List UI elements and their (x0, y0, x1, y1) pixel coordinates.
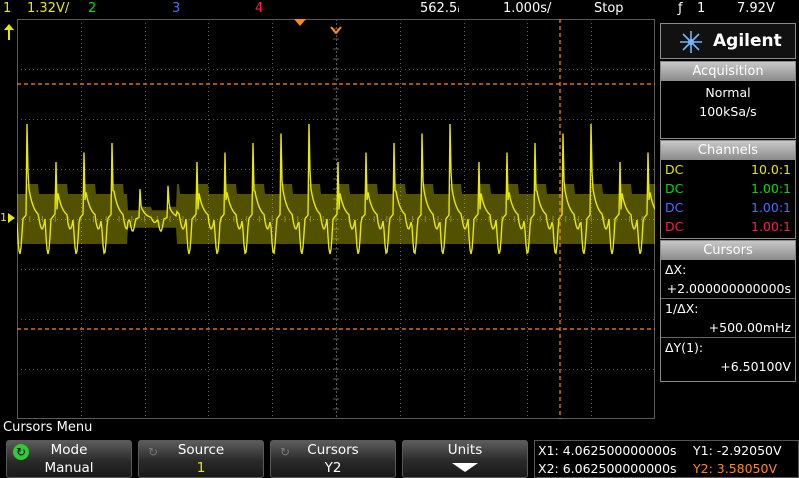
trigger-level[interactable]: 7.92V (737, 1, 775, 16)
delta-y-label: ΔY(1): (665, 340, 704, 355)
ch1-number[interactable]: 1 (3, 1, 11, 16)
channel-probe: 1.00:1 (751, 219, 791, 234)
channel-row-3[interactable]: DC 1.00:1 (661, 198, 795, 217)
delta-y-value: +6.50100V (720, 359, 791, 374)
cursor-readout: X1: 4.062500000000s X2: 6.062500000000s … (534, 440, 799, 478)
acquisition-mode: Normal (705, 85, 751, 100)
ch4-number[interactable]: 4 (255, 1, 263, 16)
source-softkey[interactable]: ↻ Source 1 (138, 440, 264, 478)
rotate-knob-icon: ↻ (13, 444, 29, 460)
status-bar: 1 1.32V/ 2 3 4 562.5ᵢ 1.000s/ Stop ƒ 1 7… (0, 0, 799, 19)
delta-x-label: ΔX: (665, 262, 687, 277)
ch3-number[interactable]: 3 (172, 1, 180, 16)
ground-icon (8, 213, 15, 223)
menu-title: Cursors Menu (3, 420, 93, 435)
waveform-graticule (17, 19, 655, 419)
softkey-value: Manual (44, 460, 94, 476)
inverse-delta-x-label: 1/ΔX: (665, 301, 699, 316)
channel-probe: 1.00:1 (751, 181, 791, 196)
softkey-value: 1 (196, 460, 206, 476)
channel-coupling: DC (665, 181, 684, 196)
mode-softkey[interactable]: ↻ Mode Manual (6, 440, 132, 478)
waveform-display[interactable] (17, 19, 655, 419)
time-reference-marker-icon[interactable] (294, 19, 306, 26)
channel-probe: 1.00:1 (751, 200, 791, 215)
channel-row-4[interactable]: DC 1.00:1 (661, 217, 795, 236)
acquisition-title: Acquisition (661, 62, 795, 81)
rising-edge-trigger-icon: ƒ (678, 1, 683, 16)
timebase[interactable]: 1.000s/ (503, 1, 551, 16)
ch1-ground-label: 1 (0, 211, 7, 224)
channel-row-2[interactable]: DC 1.00:1 (661, 179, 795, 198)
ch2-number[interactable]: 2 (88, 1, 96, 16)
cursors-box[interactable]: Cursors ΔX: +2.000000000000s 1/ΔX: +500.… (660, 240, 796, 382)
cursors-title: Cursors (661, 241, 795, 260)
y1-readout: Y1: -2.92050V (693, 443, 782, 458)
ch1-scale[interactable]: 1.32V/ (27, 1, 69, 16)
channel-coupling: DC (665, 219, 684, 234)
rotate-knob-icon: ↻ (279, 445, 291, 459)
side-panel: Agilent Acquisition Normal 100kSa/s Chan… (658, 19, 799, 419)
acquisition-box[interactable]: Acquisition Normal 100kSa/s (660, 61, 796, 139)
horizontal-delay[interactable]: 562.5ᵢ (420, 1, 460, 16)
brand-name: Agilent (713, 31, 782, 51)
rotate-knob-icon: ↻ (147, 445, 159, 459)
softkey-value: Y2 (324, 460, 342, 476)
brand-box: Agilent (660, 23, 796, 59)
channels-box[interactable]: Channels DC 10.0:1 DC 1.00:1 DC 1.00:1 D… (660, 140, 796, 239)
channels-title: Channels (661, 141, 795, 160)
submenu-arrow-icon (452, 463, 478, 472)
channel-row-1[interactable]: DC 10.0:1 (661, 160, 795, 179)
softkey-label: Units (447, 442, 483, 458)
trigger-position-marker-icon[interactable] (330, 19, 342, 35)
delta-x-value: +2.000000000000s (661, 279, 795, 299)
x1-readout: X1: 4.062500000000s (538, 443, 677, 458)
cursors-softkey[interactable]: ↻ Cursors Y2 (270, 440, 396, 478)
inverse-delta-x-value: +500.00mHz (661, 318, 795, 338)
channel-probe: 10.0:1 (751, 162, 791, 177)
trigger-channel[interactable]: 1 (697, 1, 705, 16)
channel-coupling: DC (665, 162, 684, 177)
y2-readout: Y2: 3.58050V (693, 461, 778, 476)
ch1-ground-marker[interactable]: 1 (0, 211, 16, 225)
agilent-spark-icon (679, 30, 703, 54)
x2-readout: X2: 6.062500000000s (538, 461, 677, 476)
run-state: Stop (594, 1, 624, 16)
acquisition-rate: 100kSa/s (699, 104, 757, 119)
units-softkey[interactable]: Units (402, 440, 528, 478)
channel-coupling: DC (665, 200, 684, 215)
trigger-level-marker-icon[interactable] (3, 24, 15, 42)
